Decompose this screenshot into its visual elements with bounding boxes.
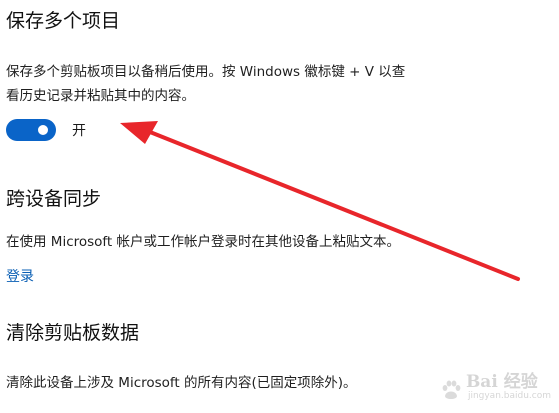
clipboard-history-toggle-row: 开 <box>6 118 86 142</box>
clipboard-settings-page: 保存多个项目 保存多个剪贴板项目以备稍后使用。按 Windows 徽标键 + V… <box>0 0 559 413</box>
watermark-main-text: Bai 经验 <box>465 372 538 392</box>
clipboard-history-title: 保存多个项目 <box>6 10 121 32</box>
watermark-sub-text: jingyan.baidu.com <box>467 391 551 401</box>
clipboard-history-toggle[interactable] <box>6 119 56 141</box>
annotation-arrow-shaft <box>148 130 520 281</box>
toggle-knob <box>38 125 48 135</box>
sync-across-devices-title: 跨设备同步 <box>6 188 102 210</box>
clipboard-history-toggle-label: 开 <box>72 123 86 139</box>
clipboard-history-description: 保存多个剪贴板项目以备稍后使用。按 Windows 徽标键 + V 以查 看历史… <box>6 60 405 108</box>
clear-description-text: 清除此设备上涉及 Microsoft 的所有内容(已固定项除外)。 <box>6 375 357 391</box>
clipboard-history-description-line1: 保存多个剪贴板项目以备稍后使用。按 Windows 徽标键 + V 以查 <box>6 64 406 80</box>
annotation-arrow-head <box>120 121 158 144</box>
clear-clipboard-description: 清除此设备上涉及 Microsoft 的所有内容(已固定项除外)。 <box>6 371 357 395</box>
paw-icon <box>442 380 461 399</box>
sync-across-devices-description: 在使用 Microsoft 帐户或工作帐户登录时在其他设备上粘贴文本。 <box>6 230 400 254</box>
clear-clipboard-title: 清除剪贴板数据 <box>6 322 140 344</box>
clipboard-history-description-line2: 看历史记录并粘贴其中的内容。 <box>6 88 195 104</box>
baidu-watermark: Bai 经验 jingyan.baidu.com <box>440 373 551 401</box>
sync-description-text: 在使用 Microsoft 帐户或工作帐户登录时在其他设备上粘贴文本。 <box>6 234 401 250</box>
sign-in-link[interactable]: 登录 <box>6 266 34 288</box>
